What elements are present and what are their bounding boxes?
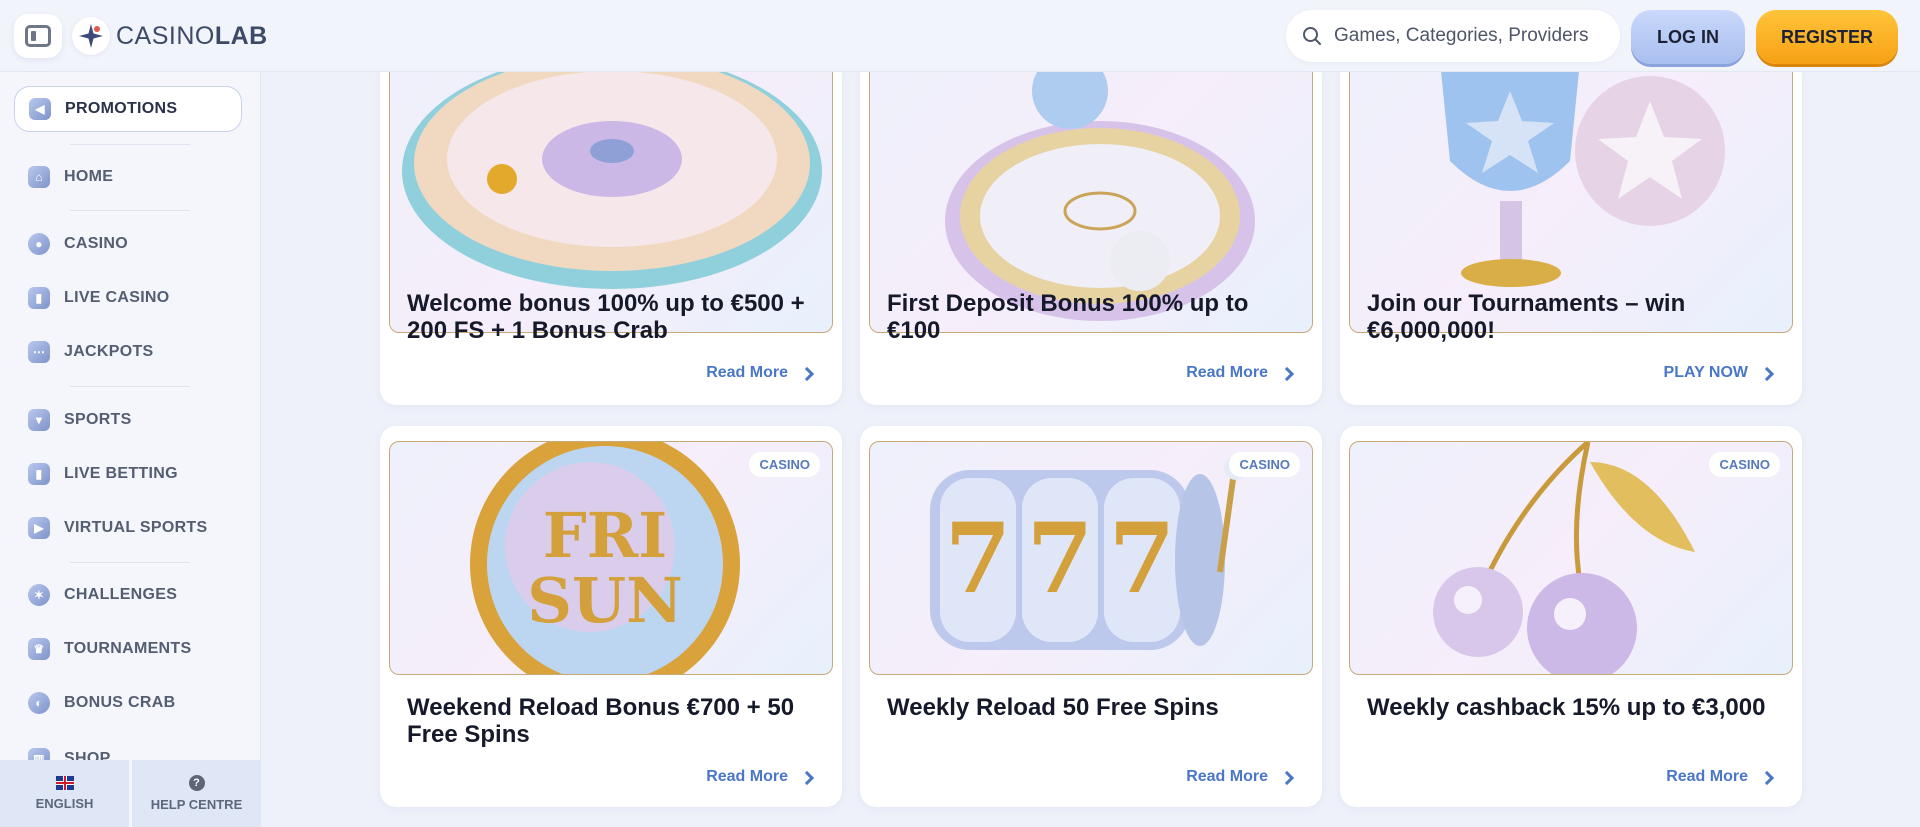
- sidebar-item-label: LIVE BETTING: [64, 465, 178, 482]
- sidebar-item-home[interactable]: ⌂ HOME: [14, 154, 242, 200]
- casino-badge: CASINO: [1709, 452, 1780, 477]
- promo-title: Weekend Reload Bonus €700 + 50 Free Spin…: [407, 694, 795, 748]
- promo-title: Welcome bonus 100% up to €500 + 200 FS +…: [407, 290, 805, 344]
- sidebar-item-bonus-crab[interactable]: ◐ BONUS CRAB: [14, 680, 242, 726]
- read-more-link[interactable]: Read More: [706, 364, 815, 382]
- sidebar-item-label: HOME: [64, 168, 114, 185]
- chevron-right-icon: [1759, 366, 1775, 381]
- sidebar-divider: [70, 210, 190, 211]
- sidebar-divider: [70, 144, 190, 145]
- sidebar-item-label: SPORTS: [64, 411, 132, 428]
- sidebar-item-live-casino[interactable]: ▮ LIVE CASINO: [14, 275, 242, 321]
- register-button[interactable]: REGISTER: [1756, 10, 1898, 64]
- sidebar-item-promotions[interactable]: ◀ PROMOTIONS: [14, 86, 242, 132]
- sidebar-item-label: VIRTUAL SPORTS: [64, 519, 208, 536]
- fri-sun-orb-image: FRI SUN CASINO: [389, 441, 833, 675]
- sidebar-toggle-button[interactable]: [14, 14, 62, 58]
- crab-icon: ◐: [28, 692, 50, 714]
- chip-icon: ●: [28, 233, 50, 255]
- casinolab-logo[interactable]: CASINOLAB: [72, 16, 268, 56]
- megaphone-icon: ◀: [29, 98, 51, 120]
- read-more-link[interactable]: Read More: [1666, 768, 1775, 786]
- search-icon: [1303, 27, 1321, 45]
- sidebar-item-label: LIVE CASINO: [64, 289, 170, 306]
- reel-seven-text: 7: [945, 502, 1012, 615]
- live-betting-icon: ▮: [28, 463, 50, 485]
- read-more-link[interactable]: Read More: [1186, 364, 1295, 382]
- play-now-link[interactable]: PLAY NOW: [1663, 364, 1775, 382]
- sidebar-item-label: BONUS CRAB: [64, 694, 176, 711]
- challenges-icon: ✶: [28, 584, 50, 606]
- sidebar-item-tournaments[interactable]: ♛ TOURNAMENTS: [14, 626, 242, 672]
- promo-title: Join our Tournaments – win €6,000,000!: [1367, 290, 1686, 344]
- chevron-right-icon: [1279, 770, 1295, 785]
- sidebar-item-jackpots[interactable]: ⋯ JACKPOTS: [14, 329, 242, 375]
- sidebar-divider: [70, 386, 190, 387]
- sidebar-item-live-betting[interactable]: ▮ LIVE BETTING: [14, 451, 242, 497]
- help-centre-link[interactable]: ? HELP CENTRE: [132, 760, 261, 827]
- search-box[interactable]: [1286, 10, 1620, 62]
- top-header: CASINOLAB LOG IN REGISTER: [0, 0, 1920, 72]
- sidebar: ◀ PROMOTIONS ⌂ HOME ● CASINO ▮ LIVE CASI…: [0, 72, 261, 827]
- reel-seven-text: 7: [1027, 502, 1094, 615]
- promo-card[interactable]: First Deposit Bonus 100% up to €100 Read…: [860, 50, 1322, 405]
- sidebar-item-sports[interactable]: ▾ SPORTS: [14, 397, 242, 443]
- link-label: Read More: [1186, 364, 1268, 381]
- promo-title: First Deposit Bonus 100% up to €100: [887, 290, 1249, 344]
- link-label: Read More: [706, 768, 788, 785]
- uk-flag-icon: [55, 776, 74, 790]
- promo-title: Weekly Reload 50 Free Spins: [887, 694, 1219, 721]
- sidebar-item-label: PROMOTIONS: [65, 100, 178, 117]
- home-icon: ⌂: [28, 166, 50, 188]
- read-more-link[interactable]: Read More: [1186, 768, 1295, 786]
- link-label: Read More: [706, 364, 788, 381]
- link-label: PLAY NOW: [1663, 364, 1748, 381]
- sidebar-item-label: TOURNAMENTS: [64, 640, 192, 657]
- sidebar-toggle-icon: [25, 25, 51, 47]
- link-label: Read More: [1186, 768, 1268, 785]
- jackpot-icon: ⋯: [28, 341, 50, 363]
- help-label: HELP CENTRE: [150, 797, 243, 812]
- sidebar-item-casino[interactable]: ● CASINO: [14, 221, 242, 267]
- casino-badge: CASINO: [749, 452, 820, 477]
- reel-seven-text: 7: [1109, 502, 1176, 615]
- sidebar-item-challenges[interactable]: ✶ CHALLENGES: [14, 572, 242, 618]
- live-cards-icon: ▮: [28, 287, 50, 309]
- promo-card[interactable]: FRI SUN CASINO Weekend Reload Bonus €700…: [380, 426, 842, 807]
- help-icon: ?: [188, 775, 205, 791]
- login-button[interactable]: LOG IN: [1631, 10, 1745, 64]
- chevron-right-icon: [1279, 366, 1295, 381]
- promo-card[interactable]: Welcome bonus 100% up to €500 + 200 FS +…: [380, 50, 842, 405]
- promo-card[interactable]: 7 7 7 CASINO Weekly Reload 50 Free Spins…: [860, 426, 1322, 807]
- logo-text: CASINOLAB: [116, 21, 268, 50]
- read-more-link[interactable]: Read More: [706, 768, 815, 786]
- chevron-right-icon: [799, 770, 815, 785]
- sports-icon: ▾: [28, 409, 50, 431]
- logo-star-icon: [72, 17, 110, 55]
- language-label: ENGLISH: [35, 796, 94, 811]
- language-selector[interactable]: ENGLISH: [0, 760, 132, 827]
- chevron-right-icon: [1759, 770, 1775, 785]
- sidebar-divider: [70, 562, 190, 563]
- promo-card[interactable]: Join our Tournaments – win €6,000,000! P…: [1340, 50, 1802, 405]
- sidebar-item-label: JACKPOTS: [64, 343, 154, 360]
- chevron-right-icon: [799, 366, 815, 381]
- sidebar-item-label: CASINO: [64, 235, 129, 252]
- fri-text: FRI: [543, 499, 668, 572]
- link-label: Read More: [1666, 768, 1748, 785]
- cherries-image: CASINO: [1349, 441, 1793, 675]
- play-icon: ▶: [28, 517, 50, 539]
- sun-text: SUN: [527, 564, 683, 637]
- sidebar-item-virtual-sports[interactable]: ▶ VIRTUAL SPORTS: [14, 505, 242, 551]
- search-input[interactable]: [1334, 25, 1620, 47]
- casino-badge: CASINO: [1229, 452, 1300, 477]
- slot-reels-image: 7 7 7 CASINO: [869, 441, 1313, 675]
- trophy-icon: ♛: [28, 638, 50, 660]
- promo-card[interactable]: CASINO Weekly cashback 15% up to €3,000 …: [1340, 426, 1802, 807]
- sidebar-footer: ENGLISH ? HELP CENTRE: [0, 760, 261, 827]
- sidebar-item-label: CHALLENGES: [64, 586, 178, 603]
- promo-title: Weekly cashback 15% up to €3,000: [1367, 694, 1766, 721]
